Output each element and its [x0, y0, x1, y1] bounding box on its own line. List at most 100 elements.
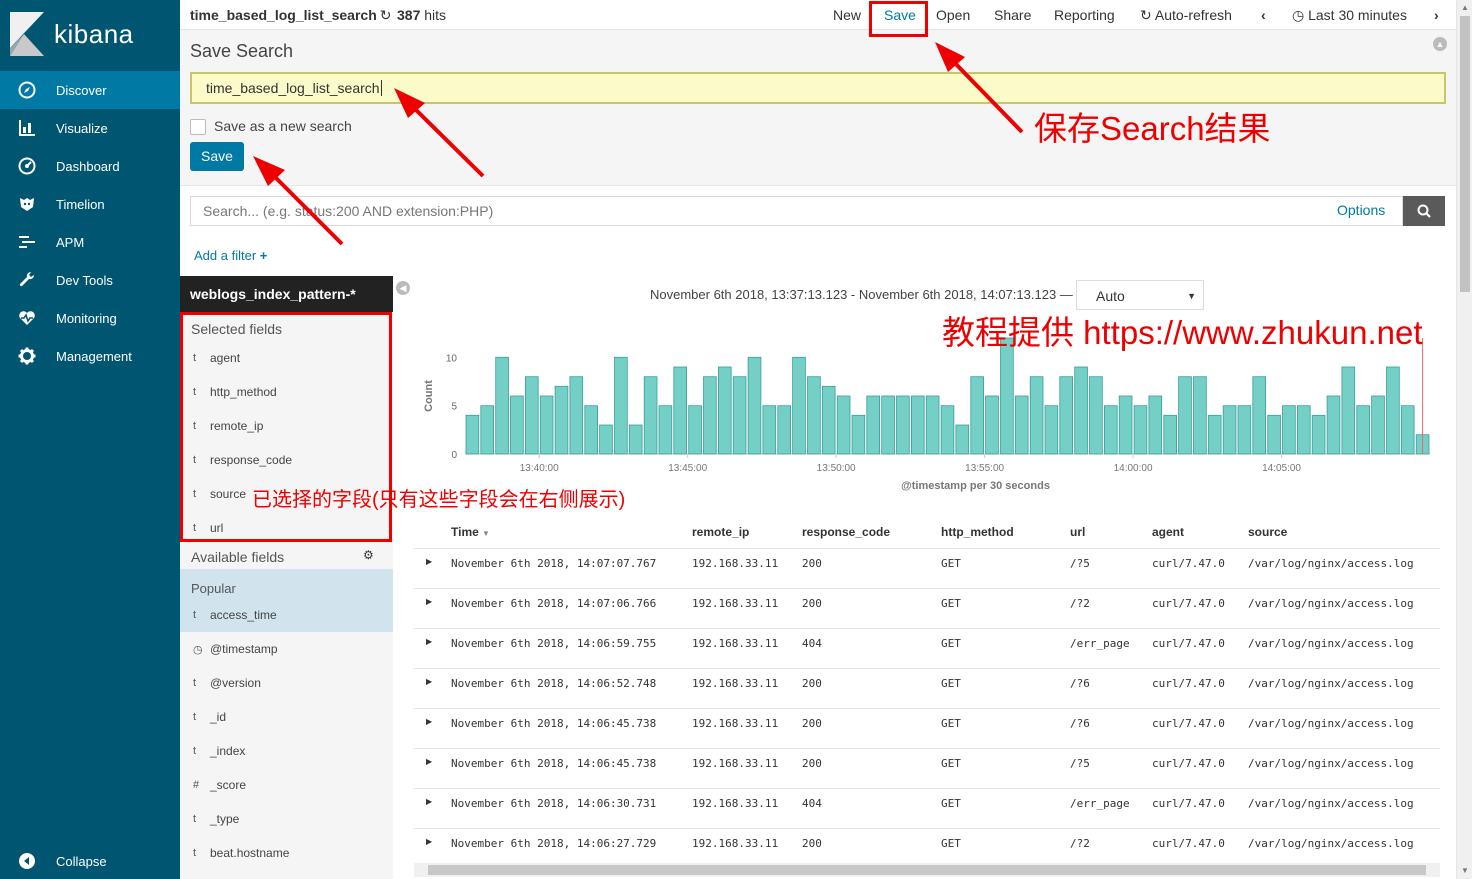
save-as-new-checkbox[interactable] — [190, 119, 206, 135]
sidebar-item-dev-tools[interactable]: Dev Tools — [0, 261, 180, 299]
histogram-bar[interactable] — [673, 366, 687, 455]
table-row[interactable]: ▶ November 6th 2018, 14:06:45.738 192.168.… — [414, 748, 1440, 788]
menu-open[interactable]: Open — [936, 7, 970, 23]
table-row[interactable]: ▶ November 6th 2018, 14:06:45.738 192.168.… — [414, 708, 1440, 748]
histogram-bar[interactable] — [495, 356, 509, 455]
histogram-bar[interactable] — [881, 395, 895, 455]
table-row[interactable]: ▶ November 6th 2018, 14:07:07.767 192.168.… — [414, 548, 1440, 588]
expand-row-icon[interactable]: ▶ — [426, 677, 432, 686]
histogram-bar[interactable] — [554, 385, 569, 455]
histogram-bar[interactable] — [732, 376, 747, 455]
histogram-bar[interactable] — [1089, 376, 1103, 455]
menu-share[interactable]: Share — [994, 7, 1031, 23]
histogram-bar[interactable] — [1029, 376, 1044, 455]
expand-row-icon[interactable]: ▶ — [426, 837, 432, 846]
histogram-bar[interactable] — [465, 414, 480, 455]
sidebar-collapse-icon[interactable]: ◀ — [396, 281, 410, 295]
table-row[interactable]: ▶ November 6th 2018, 14:07:06.766 192.168.… — [414, 588, 1440, 628]
expand-row-icon[interactable]: ▶ — [426, 557, 432, 566]
histogram-bar[interactable] — [1104, 405, 1118, 455]
field-item[interactable]: t _type — [180, 807, 393, 833]
histogram-bar[interactable] — [925, 395, 940, 455]
histogram-bar[interactable] — [777, 405, 791, 455]
histogram-bar[interactable] — [584, 405, 599, 455]
sidebar-item-apm[interactable]: APM — [0, 223, 180, 261]
histogram-bar[interactable] — [599, 424, 613, 455]
vertical-scroll-thumb[interactable] — [1460, 16, 1470, 292]
histogram-bar[interactable] — [688, 405, 702, 455]
sidebar-item-monitoring[interactable]: Monitoring — [0, 299, 180, 337]
histogram-bar[interactable] — [762, 405, 777, 455]
sidebar-item-visualize[interactable]: Visualize — [0, 109, 180, 147]
histogram-bar[interactable] — [1371, 395, 1385, 455]
search-button[interactable] — [1403, 196, 1445, 226]
histogram-bar[interactable] — [896, 395, 910, 455]
scroll-up-icon[interactable]: ▲ — [1461, 3, 1469, 12]
histogram-bar[interactable] — [1341, 366, 1356, 455]
histogram-bar[interactable] — [866, 395, 880, 455]
field-item[interactable]: t @version — [180, 671, 393, 697]
scroll-down-icon[interactable]: ▼ — [1461, 866, 1469, 875]
column-header[interactable]: url — [1070, 525, 1085, 539]
histogram-bar[interactable] — [807, 376, 821, 455]
field-item[interactable]: t beat.hostname — [180, 841, 393, 867]
histogram-bar[interactable] — [1148, 395, 1163, 455]
sidebar-item-discover[interactable]: Discover — [0, 71, 180, 109]
histogram-bar[interactable] — [1074, 366, 1088, 455]
chevron-left-icon[interactable]: ‹ — [1261, 7, 1266, 23]
histogram-bar[interactable] — [1133, 405, 1148, 455]
histogram-bar[interactable] — [821, 385, 836, 455]
histogram-bar[interactable] — [1163, 414, 1177, 455]
expand-row-icon[interactable]: ▶ — [426, 597, 432, 606]
field-item[interactable]: # _score — [180, 773, 393, 799]
table-row[interactable]: ▶ November 6th 2018, 14:06:59.755 192.168.… — [414, 628, 1440, 668]
histogram-bar[interactable] — [569, 376, 584, 455]
histogram-bar[interactable] — [1386, 366, 1400, 455]
column-header[interactable]: remote_ip — [692, 525, 749, 539]
reset-icon[interactable]: ↻ — [380, 7, 392, 23]
kibana-logo[interactable]: kibana — [10, 12, 134, 56]
histogram-bar[interactable] — [792, 356, 806, 455]
time-picker[interactable]: ◷ Last 30 minutes — [1292, 7, 1407, 24]
index-pattern-selector[interactable]: weblogs_index_pattern-* — [180, 276, 393, 312]
histogram-bar[interactable] — [614, 356, 628, 455]
histogram-bar[interactable] — [539, 395, 554, 455]
histogram-bar[interactable] — [510, 395, 524, 455]
histogram-bar[interactable] — [1014, 395, 1029, 455]
panel-collapse-icon[interactable]: ▲ — [1433, 37, 1447, 51]
histogram-bar[interactable] — [1059, 376, 1073, 455]
histogram-bar[interactable] — [658, 405, 673, 455]
menu-auto-refresh[interactable]: ↻ Auto-refresh — [1140, 7, 1232, 24]
histogram-bar[interactable] — [836, 395, 851, 455]
sidebar-item-dashboard[interactable]: Dashboard — [0, 147, 180, 185]
expand-row-icon[interactable]: ▶ — [426, 717, 432, 726]
histogram-bar[interactable] — [970, 376, 984, 455]
histogram-bar[interactable] — [1311, 414, 1326, 455]
histogram-bar[interactable] — [525, 376, 539, 455]
expand-row-icon[interactable]: ▶ — [426, 757, 432, 766]
sidebar-item-management[interactable]: Management — [0, 337, 180, 375]
save-search-title-input[interactable]: time_based_log_list_search — [190, 72, 1446, 104]
histogram-bar[interactable] — [1118, 395, 1133, 455]
histogram-bar[interactable] — [747, 356, 762, 455]
horizontal-scrollbar[interactable] — [414, 863, 1440, 877]
histogram-bar[interactable] — [940, 405, 955, 455]
histogram-bar[interactable] — [1252, 376, 1266, 455]
field-item[interactable]: t _id — [180, 705, 393, 731]
histogram-bar[interactable] — [1356, 405, 1370, 455]
histogram-bar[interactable] — [851, 414, 866, 455]
field-item[interactable]: ◷ @timestamp — [180, 637, 393, 663]
menu-reporting[interactable]: Reporting — [1054, 7, 1115, 23]
table-row[interactable]: ▶ November 6th 2018, 14:06:52.748 192.168.… — [414, 668, 1440, 708]
histogram-bar[interactable] — [1207, 414, 1222, 455]
histogram-bar[interactable] — [1222, 405, 1237, 455]
histogram-bar[interactable] — [628, 424, 643, 455]
collapse-button[interactable]: Collapse — [0, 843, 180, 879]
column-header[interactable]: agent — [1152, 525, 1184, 539]
options-link[interactable]: Options — [1337, 202, 1385, 218]
histogram-bar[interactable] — [1193, 376, 1207, 455]
column-header[interactable]: source — [1248, 525, 1287, 539]
histogram-bar[interactable] — [1178, 376, 1192, 455]
expand-row-icon[interactable]: ▶ — [426, 797, 432, 806]
save-button[interactable]: Save — [190, 142, 244, 171]
